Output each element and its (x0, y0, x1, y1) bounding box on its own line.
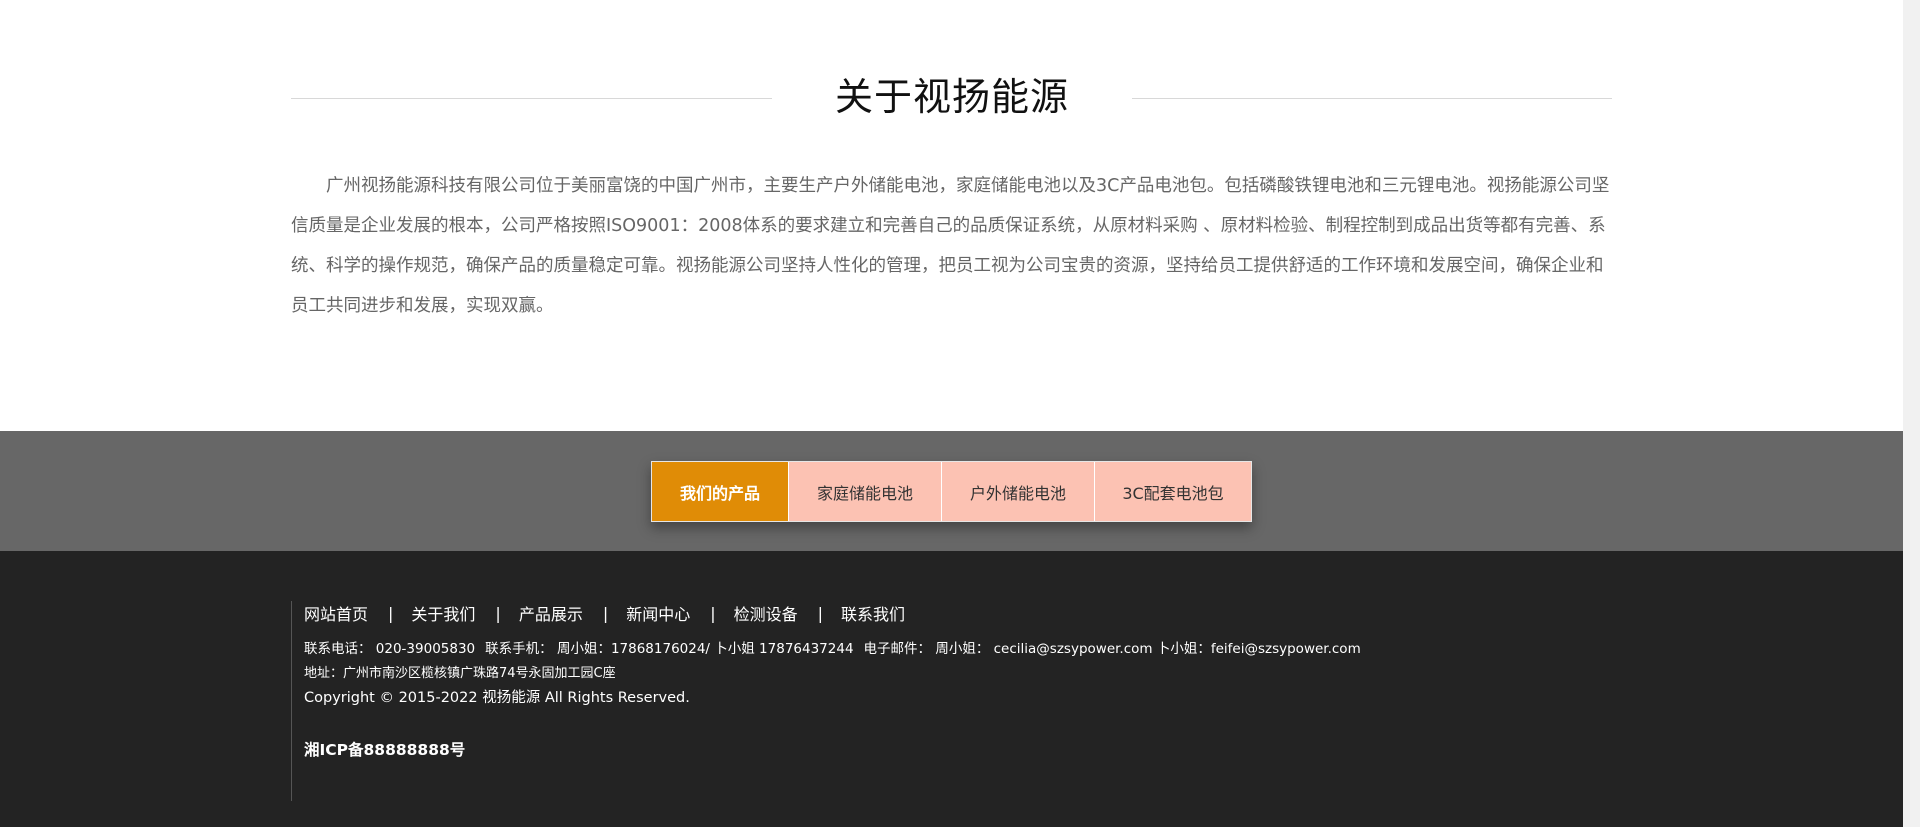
footer-link-testing-equipment[interactable]: 检测设备 (734, 601, 798, 625)
about-description: 广州视扬能源科技有限公司位于美丽富饶的中国广州市，主要生产户外储能电池，家庭储能… (291, 176, 1610, 316)
footer-link-about[interactable]: 关于我们 (411, 601, 475, 625)
contact-email: 电子邮件： 周小姐： cecilia@szsypower.com 卜小姐：fei… (863, 641, 1361, 657)
about-section: 关于视扬能源 广州视扬能源科技有限公司位于美丽富饶的中国广州市，主要生产户外储能… (0, 0, 1903, 431)
product-category-band: 我们的产品 家庭储能电池 户外储能电池 3C配套电池包 (0, 431, 1903, 551)
footer-nav: 网站首页 | 关于我们 | 产品展示 | 新闻中心 | 检测设备 | 联系我们 (304, 601, 905, 625)
footer-link-home[interactable]: 网站首页 (304, 601, 368, 625)
contact-phone: 联系电话： 020-39005830 (304, 641, 476, 657)
footer-contact-line: 联系电话： 020-39005830 联系手机： 周小姐：17868176024/… (304, 637, 1361, 657)
footer-link-news[interactable]: 新闻中心 (626, 601, 690, 625)
nav-separator: | (817, 603, 824, 623)
footer-icp[interactable]: 湘ICP备88888888号 (304, 738, 465, 760)
nav-separator: | (602, 603, 609, 623)
nav-separator: | (495, 603, 501, 623)
tab-our-products[interactable]: 我们的产品 (652, 462, 788, 521)
footer-copyright: Copyright © 2015-2022 视扬能源 All Rights Re… (304, 690, 690, 706)
footer: 网站首页 | 关于我们 | 产品展示 | 新闻中心 | 检测设备 | 联系我们 … (0, 551, 1903, 827)
product-tabs: 我们的产品 家庭储能电池 户外储能电池 3C配套电池包 (651, 461, 1252, 522)
tab-home-storage-battery[interactable]: 家庭储能电池 (788, 462, 941, 521)
page: 关于视扬能源 广州视扬能源科技有限公司位于美丽富饶的中国广州市，主要生产户外储能… (0, 0, 1920, 827)
footer-link-contact[interactable]: 联系我们 (841, 601, 905, 625)
footer-link-products[interactable]: 产品展示 (519, 601, 583, 625)
title-divider-left (291, 98, 772, 99)
footer-content: 网站首页 | 关于我们 | 产品展示 | 新闻中心 | 检测设备 | 联系我们 … (291, 601, 1491, 801)
title-divider-right (1132, 98, 1612, 99)
footer-address: 地址：广州市南沙区榄核镇广珠路74号永固加工园C座 (304, 666, 616, 681)
about-title: 关于视扬能源 (834, 75, 1069, 119)
contact-mobile: 联系手机： 周小姐：17868176024/ 卜小姐 17876437244 (485, 641, 854, 657)
nav-separator: | (388, 603, 394, 623)
tab-outdoor-storage-battery[interactable]: 户外储能电池 (941, 462, 1094, 521)
nav-separator: | (710, 603, 716, 623)
tab-3c-battery-pack[interactable]: 3C配套电池包 (1094, 462, 1251, 521)
scrollbar[interactable] (1903, 0, 1920, 827)
about-title-row: 关于视扬能源 (291, 60, 1612, 120)
